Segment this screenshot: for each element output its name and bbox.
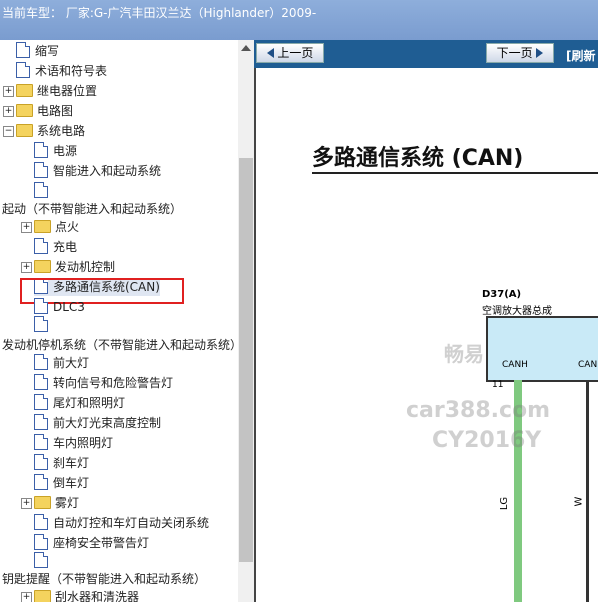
scroll-up-icon[interactable] bbox=[241, 45, 251, 51]
document-icon bbox=[16, 62, 30, 78]
document-icon bbox=[34, 162, 48, 178]
tree-item-auto-light[interactable]: 自动灯控和车灯自动关闭系统 bbox=[34, 514, 209, 532]
tree-item-immobiliser[interactable]: 发动机停机系统（不带智能进入和起动系统） bbox=[2, 336, 238, 354]
document-icon bbox=[34, 514, 48, 530]
connector-id: D37(A) bbox=[482, 289, 522, 300]
document-icon bbox=[34, 142, 48, 158]
tree-item-blank-3[interactable] bbox=[34, 552, 53, 570]
document-icon bbox=[34, 316, 48, 332]
tree-scrollbar[interactable] bbox=[238, 40, 254, 602]
scroll-thumb[interactable] bbox=[239, 158, 253, 562]
tree-item-terms[interactable]: 术语和符号表 bbox=[16, 62, 107, 80]
tree-item-headlight[interactable]: 前大灯 bbox=[34, 354, 89, 372]
document-icon bbox=[34, 298, 48, 314]
tree-item-beam-level[interactable]: 前大灯光束高度控制 bbox=[34, 414, 161, 432]
watermark-line3: CY2016Y bbox=[432, 428, 542, 453]
tree-item-tail-light[interactable]: 尾灯和照明灯 bbox=[34, 394, 125, 412]
tree-item-seatbelt[interactable]: 座椅安全带警告灯 bbox=[34, 534, 149, 552]
title-rule bbox=[312, 172, 598, 174]
document-icon bbox=[34, 182, 48, 198]
tree-item-turn-signal[interactable]: 转向信号和危险警告灯 bbox=[34, 374, 173, 392]
tree-item-power[interactable]: 电源 bbox=[34, 142, 77, 160]
wire-w bbox=[586, 380, 589, 602]
folder-icon bbox=[16, 104, 33, 117]
tree-item-fog-light[interactable]: 雾灯 bbox=[34, 494, 79, 512]
folder-icon bbox=[34, 260, 51, 273]
document-pane: 上一页 下一页 [刷新 多路通信系统 (CAN) D37(A) 空调放大器总成 … bbox=[254, 40, 598, 602]
expand-icon[interactable]: + bbox=[21, 592, 32, 602]
tree-item-ignition[interactable]: 点火 bbox=[34, 218, 79, 236]
folder-icon bbox=[16, 84, 33, 97]
prev-page-button[interactable]: 上一页 bbox=[256, 43, 324, 63]
tree-item-relay-location[interactable]: 继电器位置 bbox=[16, 82, 97, 100]
tree-item-charging[interactable]: 充电 bbox=[34, 238, 77, 256]
document-icon bbox=[34, 374, 48, 390]
tree-item-key-reminder[interactable]: 钥匙提醒（不带智能进入和起动系统） bbox=[2, 570, 206, 588]
folder-open-icon bbox=[16, 124, 33, 137]
wire-w-label: W bbox=[573, 496, 585, 507]
tree-item-backup-light[interactable]: 倒车灯 bbox=[34, 474, 89, 492]
document-icon bbox=[16, 42, 30, 58]
document-icon bbox=[34, 474, 48, 490]
document-icon bbox=[34, 238, 48, 254]
page-title: 多路通信系统 (CAN) bbox=[312, 146, 524, 171]
can-left-label: CANH bbox=[502, 360, 528, 370]
folder-icon bbox=[34, 496, 51, 509]
tree-item-brake-light[interactable]: 刹车灯 bbox=[34, 454, 89, 472]
document-icon bbox=[34, 394, 48, 410]
watermark-line2: car388.com bbox=[406, 398, 551, 423]
tree-item-blank-1[interactable] bbox=[34, 182, 53, 200]
collapse-icon[interactable]: − bbox=[3, 126, 14, 137]
tree-item-system-circuit[interactable]: 系统电路 bbox=[16, 122, 85, 140]
expand-icon[interactable]: + bbox=[21, 262, 32, 273]
wire-lg-label: LG bbox=[499, 496, 511, 511]
folder-icon bbox=[34, 220, 51, 233]
toc-tree[interactable]: 缩写 术语和符号表 + 继电器位置 + 电路图 − 系统电路 电源 智能进入和起… bbox=[0, 40, 238, 602]
diagram-page: 多路通信系统 (CAN) D37(A) 空调放大器总成 CANH CAN 11 … bbox=[254, 68, 598, 602]
tree-item-dlc3[interactable]: DLC3 bbox=[34, 298, 85, 316]
tree-item-engine-control[interactable]: 发动机控制 bbox=[34, 258, 115, 276]
can-right-label: CAN bbox=[578, 360, 598, 370]
watermark-line1: 畅易 bbox=[444, 342, 484, 366]
document-icon bbox=[34, 552, 48, 568]
expand-icon[interactable]: + bbox=[3, 106, 14, 117]
tree-item-interior-light[interactable]: 车内照明灯 bbox=[34, 434, 113, 452]
tree-item-blank-2[interactable] bbox=[34, 316, 53, 334]
arrow-right-icon bbox=[536, 48, 544, 58]
tree-item-starting[interactable]: 起动（不带智能进入和起动系统） bbox=[2, 200, 182, 218]
tree-item-wiring-diagram[interactable]: 电路图 bbox=[16, 102, 73, 120]
arrow-left-icon bbox=[266, 48, 274, 58]
next-page-button[interactable]: 下一页 bbox=[486, 43, 554, 63]
nav-bar: 上一页 下一页 [刷新 bbox=[254, 40, 598, 68]
tree-item-wiper[interactable]: 刮水器和清洗器 bbox=[34, 588, 139, 602]
expand-icon[interactable]: + bbox=[3, 86, 14, 97]
document-icon bbox=[34, 434, 48, 450]
folder-icon bbox=[34, 590, 51, 602]
ecu-box bbox=[486, 316, 598, 382]
document-icon bbox=[34, 454, 48, 470]
connector-name: 空调放大器总成 bbox=[482, 306, 552, 317]
tree-item-smart-entry[interactable]: 智能进入和起动系统 bbox=[34, 162, 161, 180]
document-icon bbox=[34, 354, 48, 370]
expand-icon[interactable]: + bbox=[21, 222, 32, 233]
tree-item-abbreviations[interactable]: 缩写 bbox=[16, 42, 59, 60]
document-icon bbox=[34, 534, 48, 550]
pin-number: 11 bbox=[492, 380, 504, 390]
refresh-link[interactable]: [刷新 bbox=[566, 47, 596, 64]
vehicle-info: 当前车型： 厂家:G-广汽丰田汉兰达（Highlander）2009- bbox=[2, 6, 317, 20]
expand-icon[interactable]: + bbox=[21, 498, 32, 509]
title-bar: 当前车型： 厂家:G-广汽丰田汉兰达（Highlander）2009- bbox=[0, 0, 598, 40]
document-icon bbox=[34, 414, 48, 430]
